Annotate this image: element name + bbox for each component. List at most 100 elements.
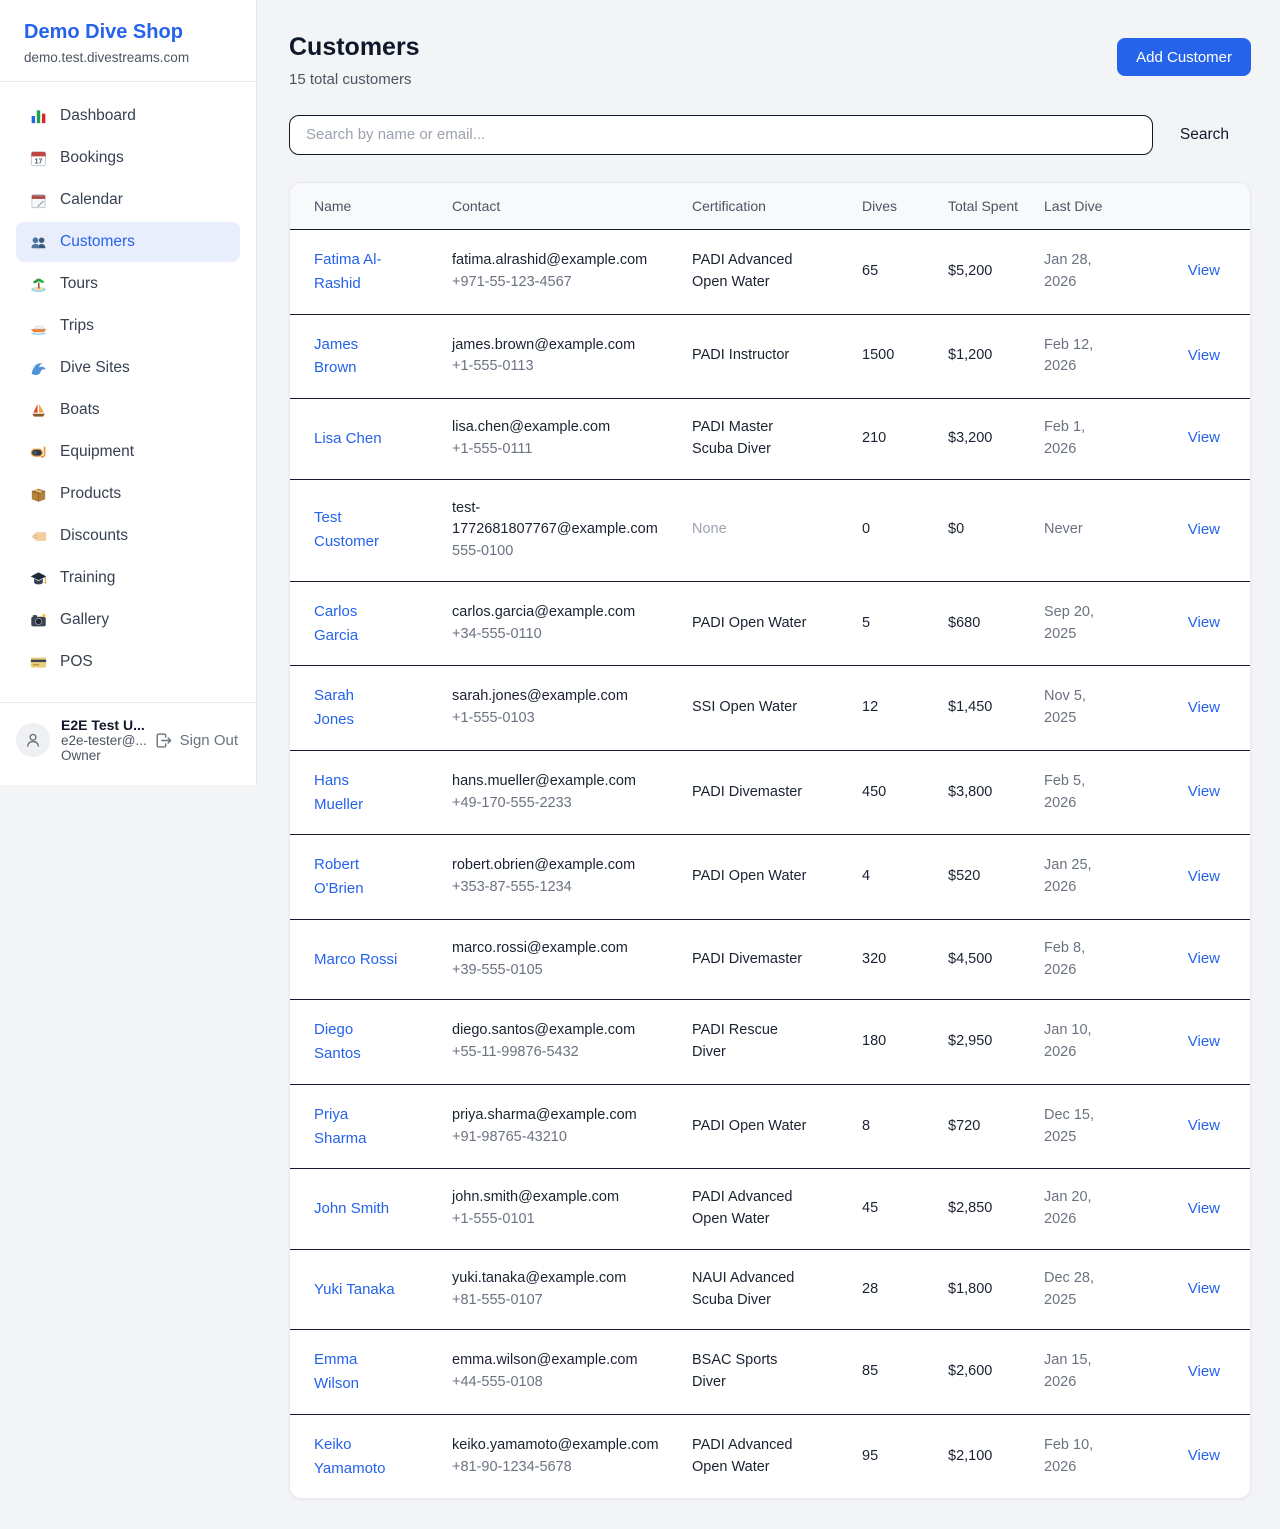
customer-dives: 210: [850, 399, 936, 480]
table-row: Hans Mueller hans.mueller@example.com +4…: [290, 750, 1250, 835]
customer-email: james.brown@example.com: [452, 335, 652, 357]
view-link[interactable]: View: [1188, 868, 1220, 885]
sidebar-item-pos[interactable]: POS: [16, 642, 240, 682]
customer-certification: PADI Open Water: [692, 615, 806, 631]
customer-name-link[interactable]: Lisa Chen: [314, 430, 382, 447]
view-link[interactable]: View: [1188, 699, 1220, 716]
customer-dives: 8: [850, 1084, 936, 1169]
view-link[interactable]: View: [1188, 1117, 1220, 1134]
customer-phone: +1-555-0113: [452, 356, 652, 378]
customer-certification: NAUI Advanced Scuba Diver: [692, 1270, 794, 1308]
customer-dives: 1500: [850, 314, 936, 399]
view-link[interactable]: View: [1188, 1363, 1220, 1380]
credit-card-icon: [28, 652, 48, 672]
customer-dives: 320: [850, 919, 936, 1000]
view-link[interactable]: View: [1188, 521, 1220, 538]
customer-name-link[interactable]: Sarah Jones: [314, 687, 354, 728]
spiral-calendar-icon: [28, 190, 48, 210]
column-header-last-dive: Last Dive: [1032, 183, 1140, 230]
view-link[interactable]: View: [1188, 347, 1220, 364]
customer-name-link[interactable]: Yuki Tanaka: [314, 1281, 395, 1298]
customer-certification: None: [692, 521, 727, 537]
view-link[interactable]: View: [1188, 1200, 1220, 1217]
customer-name-link[interactable]: John Smith: [314, 1200, 389, 1217]
sidebar-item-equipment[interactable]: Equipment: [16, 432, 240, 472]
customer-dives: 0: [850, 479, 936, 581]
customer-last-dive: Jan 10, 2026: [1032, 1000, 1140, 1085]
customer-total-spent: $720: [936, 1084, 1032, 1169]
customer-name-link[interactable]: Keiko Yamamoto: [314, 1436, 385, 1477]
sidebar: Demo Dive Shop demo.test.divestreams.com…: [0, 0, 257, 785]
customer-dives: 4: [850, 835, 936, 920]
customer-name-link[interactable]: Marco Rossi: [314, 951, 397, 968]
customer-dives: 85: [850, 1330, 936, 1415]
brand[interactable]: Demo Dive Shop demo.test.divestreams.com: [0, 0, 256, 82]
sidebar-item-bookings[interactable]: Bookings: [16, 138, 240, 178]
customer-certification: PADI Open Water: [692, 1118, 806, 1134]
sidebar-item-discounts[interactable]: Discounts: [16, 516, 240, 556]
column-header-contact: Contact: [440, 183, 680, 230]
avatar: [16, 723, 50, 757]
view-link[interactable]: View: [1188, 614, 1220, 631]
sidebar-nav: Dashboard Bookings Calendar Customers To…: [0, 82, 256, 694]
customer-name-link[interactable]: Carlos Garcia: [314, 603, 358, 644]
sidebar-item-tours[interactable]: Tours: [16, 264, 240, 304]
page-title: Customers: [289, 33, 420, 62]
sidebar-item-dashboard[interactable]: Dashboard: [16, 96, 240, 136]
customer-total-spent: $1,200: [936, 314, 1032, 399]
customer-last-dive: Jan 25, 2026: [1032, 835, 1140, 920]
view-link[interactable]: View: [1188, 1033, 1220, 1050]
customer-name-link[interactable]: Hans Mueller: [314, 772, 363, 813]
customer-certification: PADI Divemaster: [692, 951, 802, 967]
customer-email: diego.santos@example.com: [452, 1020, 652, 1042]
view-link[interactable]: View: [1188, 950, 1220, 967]
search-input[interactable]: [289, 115, 1153, 155]
customer-phone: 555-0100: [452, 541, 652, 563]
sidebar-item-calendar[interactable]: Calendar: [16, 180, 240, 220]
table-row: Yuki Tanaka yuki.tanaka@example.com +81-…: [290, 1249, 1250, 1330]
table-row: Fatima Al-Rashid fatima.alrashid@example…: [290, 230, 1250, 315]
customer-phone: +353-87-555-1234: [452, 877, 652, 899]
customer-total-spent: $0: [936, 479, 1032, 581]
sidebar-item-trips[interactable]: Trips: [16, 306, 240, 346]
view-link[interactable]: View: [1188, 783, 1220, 800]
sidebar-item-boats[interactable]: Boats: [16, 390, 240, 430]
customers-table-card: NameContactCertificationDivesTotal Spent…: [289, 182, 1251, 1500]
sidebar-item-dive-sites[interactable]: Dive Sites: [16, 348, 240, 388]
customer-name-link[interactable]: Test Customer: [314, 509, 379, 550]
customer-name-link[interactable]: Diego Santos: [314, 1021, 361, 1062]
customer-last-dive: Dec 28, 2025: [1032, 1249, 1140, 1330]
user-box: E2E Test U... e2e-tester@... Owner Sign …: [0, 702, 256, 785]
view-link[interactable]: View: [1188, 1280, 1220, 1297]
customer-email: john.smith@example.com: [452, 1187, 652, 1209]
table-row: John Smith john.smith@example.com +1-555…: [290, 1169, 1250, 1250]
search-button[interactable]: Search: [1153, 126, 1251, 144]
customer-total-spent: $2,950: [936, 1000, 1032, 1085]
wave-icon: [28, 358, 48, 378]
view-link[interactable]: View: [1188, 429, 1220, 446]
sidebar-item-customers[interactable]: Customers: [16, 222, 240, 262]
customer-name-link[interactable]: Emma Wilson: [314, 1351, 359, 1392]
view-link[interactable]: View: [1188, 262, 1220, 279]
customer-total-spent: $680: [936, 581, 1032, 666]
table-row: Sarah Jones sarah.jones@example.com +1-5…: [290, 666, 1250, 751]
customer-certification: PADI Advanced Open Water: [692, 1437, 793, 1475]
customer-phone: +1-555-0111: [452, 439, 652, 461]
customer-total-spent: $1,800: [936, 1249, 1032, 1330]
customer-phone: +81-90-1234-5678: [452, 1457, 652, 1479]
sign-out-button[interactable]: Sign Out: [154, 731, 238, 750]
customer-last-dive: Feb 8, 2026: [1032, 919, 1140, 1000]
customer-name-link[interactable]: James Brown: [314, 336, 358, 377]
sidebar-item-products[interactable]: Products: [16, 474, 240, 514]
customer-name-link[interactable]: Fatima Al-Rashid: [314, 251, 382, 292]
customer-email: sarah.jones@example.com: [452, 686, 652, 708]
sidebar-item-training[interactable]: Training: [16, 558, 240, 598]
view-link[interactable]: View: [1188, 1447, 1220, 1464]
customer-total-spent: $3,200: [936, 399, 1032, 480]
customer-name-link[interactable]: Robert O'Brien: [314, 856, 364, 897]
add-customer-button[interactable]: Add Customer: [1117, 38, 1251, 76]
sidebar-item-gallery[interactable]: Gallery: [16, 600, 240, 640]
customer-name-link[interactable]: Priya Sharma: [314, 1106, 367, 1147]
column-header-actions: [1140, 183, 1250, 230]
customer-total-spent: $3,800: [936, 750, 1032, 835]
